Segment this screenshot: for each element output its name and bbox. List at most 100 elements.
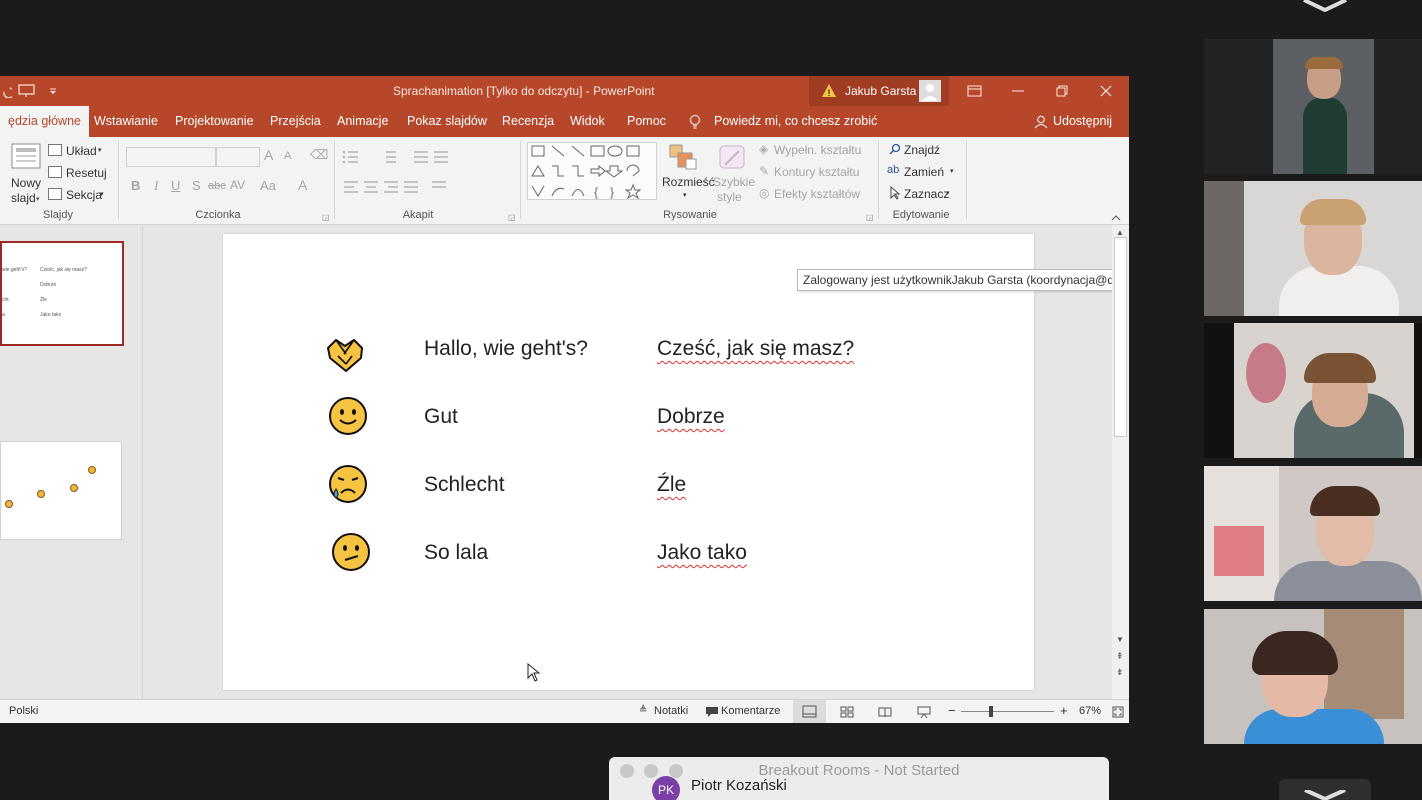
share-button[interactable]: Udostępnij (1053, 106, 1112, 137)
warning-icon: ! (822, 84, 836, 98)
status-bar: Polski ≜ Notatki Komentarze − + 67% (0, 699, 1129, 723)
slide-thumbnails-pane: wie geht's? Cześć, jak się masz? Dobrze … (0, 225, 143, 699)
quick-styles-icon[interactable] (717, 143, 749, 173)
new-slide-icon[interactable] (8, 142, 44, 172)
language-indicator[interactable]: Polski (9, 705, 38, 717)
paragraph-tools-icon[interactable] (342, 149, 512, 209)
font-color-button[interactable]: A (298, 177, 307, 193)
layout-dropdown-icon[interactable]: ▾ (98, 146, 102, 154)
ribbon-display-options-icon[interactable] (967, 85, 982, 97)
zoom-out-icon[interactable]: − (948, 703, 956, 718)
slide-sorter-icon[interactable] (840, 706, 854, 718)
scroll-up-icon[interactable]: ▲ (1116, 228, 1124, 237)
breakout-rooms-window[interactable]: Breakout Rooms - Not Started PK Piotr Ko… (609, 757, 1109, 800)
vertical-scrollbar[interactable]: ▲ ▼ ⇞ ⇟ (1112, 225, 1129, 699)
new-slide-dropdown-icon[interactable]: ▾ (36, 195, 40, 203)
undo-icon[interactable] (2, 84, 12, 98)
expand-panel-button[interactable] (1279, 779, 1371, 800)
layout-button[interactable]: Układ (66, 144, 97, 158)
shape-fill-button[interactable]: Wypełn. kształtu (774, 143, 861, 157)
char-spacing-button[interactable]: AV (230, 178, 245, 192)
tab-help[interactable]: Pomoc (627, 106, 666, 137)
scroll-thumb[interactable] (1114, 237, 1127, 437)
notes-button[interactable]: Notatki (654, 705, 688, 717)
participant-video-tile[interactable] (1204, 323, 1422, 458)
find-button[interactable]: Znajdź (904, 143, 940, 157)
slideshow-view-icon[interactable] (917, 705, 931, 719)
zoom-in-icon[interactable]: + (1060, 703, 1068, 718)
thumbnail-emoji-icon (88, 466, 96, 474)
italic-button[interactable]: I (154, 178, 158, 194)
participant-video-tile[interactable] (1204, 39, 1422, 174)
section-dropdown-icon[interactable]: ▾ (100, 190, 104, 198)
shapes-gallery[interactable]: {} (527, 142, 657, 200)
customize-qat-icon[interactable] (48, 87, 58, 95)
replace-dropdown-icon[interactable]: ▾ (950, 167, 954, 175)
shadow-button[interactable]: S (192, 178, 201, 193)
user-name: Jakub Garsta (845, 84, 917, 98)
reading-view-icon[interactable] (878, 706, 892, 718)
font-size-box[interactable] (216, 147, 260, 167)
zoom-level[interactable]: 67% (1079, 705, 1101, 717)
tab-transitions[interactable]: Przejścia (270, 106, 321, 137)
arrange-icon[interactable] (668, 143, 700, 173)
section-button[interactable]: Sekcja (66, 188, 102, 202)
slide-canvas[interactable]: Hallo, wie geht's? Cześć, jak się masz? … (223, 234, 1034, 690)
participant-video-tile[interactable] (1204, 609, 1422, 744)
arrange-dropdown-icon[interactable]: ▾ (683, 191, 687, 199)
close-icon[interactable] (1100, 85, 1112, 97)
underline-button[interactable]: U (171, 178, 180, 193)
tell-me-search[interactable]: Powiedz mi, co chcesz zrobić (714, 106, 877, 137)
svg-text:!: ! (828, 88, 831, 98)
previous-slide-icon[interactable]: ⇞ (1116, 651, 1124, 662)
slide-thumbnail-1[interactable]: wie geht's? Cześć, jak się masz? Dobrze … (0, 241, 124, 346)
arrange-button[interactable]: Rozmieść (662, 175, 715, 189)
present-from-start-icon[interactable] (18, 84, 36, 98)
zoom-slider[interactable] (961, 711, 1054, 712)
bold-button[interactable]: B (131, 178, 140, 193)
shapes-icon[interactable]: {} (528, 143, 658, 201)
tab-animations[interactable]: Animacje (337, 106, 388, 137)
select-button[interactable]: Zaznacz (904, 187, 949, 201)
change-case-button[interactable]: Aa (260, 178, 276, 193)
fit-slide-icon[interactable] (1112, 706, 1124, 718)
zoom-slider-thumb[interactable] (989, 706, 993, 717)
tab-design[interactable]: Projektowanie (175, 106, 254, 137)
select-dropdown-icon[interactable]: ▾ (946, 189, 950, 197)
participant-video-tile[interactable] (1204, 466, 1422, 601)
scroll-down-icon[interactable]: ▼ (1116, 635, 1124, 644)
tab-home[interactable]: ędzia główne (0, 106, 89, 137)
collapse-ribbon-icon[interactable] (1111, 214, 1121, 221)
slide-thumbnail-2[interactable] (0, 441, 122, 540)
shrink-font-button[interactable]: A (284, 150, 291, 162)
powerpoint-window: Sprachanimation [Tylko do odczytu] - Pow… (0, 76, 1129, 723)
grow-font-button[interactable]: A (264, 147, 273, 163)
tab-insert[interactable]: Wstawianie (94, 106, 158, 137)
font-name-box[interactable] (126, 147, 216, 167)
reset-button[interactable]: Resetuj (66, 166, 107, 180)
participant-video-tile[interactable] (1204, 181, 1422, 316)
account-area[interactable]: ! Jakub Garsta (809, 76, 949, 106)
drawing-dialog-launcher-icon[interactable]: ◲ (866, 213, 874, 222)
collapse-chevron-icon[interactable] (1302, 0, 1348, 12)
shape-effects-button[interactable]: Efekty kształtów (774, 187, 860, 201)
tab-view[interactable]: Widok (570, 106, 605, 137)
tab-review[interactable]: Recenzja (502, 106, 554, 137)
replace-button[interactable]: Zamień (904, 165, 944, 179)
new-slide-label-2[interactable]: slajd (11, 191, 36, 205)
thumbnail-emoji-icon (37, 490, 45, 498)
shape-outline-button[interactable]: Kontury kształtu (774, 165, 859, 179)
normal-view-button[interactable] (793, 700, 826, 723)
font-dialog-launcher-icon[interactable]: ◲ (322, 213, 330, 222)
quick-styles-label-1[interactable]: Szybkie (713, 175, 755, 189)
next-slide-icon[interactable]: ⇟ (1116, 667, 1124, 678)
strikethrough-button[interactable]: abc (208, 180, 226, 192)
restore-icon[interactable] (1056, 85, 1068, 97)
clear-formatting-icon[interactable]: ⌫ (310, 147, 328, 163)
minimize-icon[interactable] (1012, 90, 1024, 92)
tab-slideshow[interactable]: Pokaz slajdów (407, 106, 487, 137)
paragraph-dialog-launcher-icon[interactable]: ◲ (508, 213, 516, 222)
new-slide-label-1[interactable]: Nowy (11, 176, 41, 190)
quick-styles-label-2[interactable]: style (717, 190, 742, 204)
comments-button[interactable]: Komentarze (721, 705, 780, 717)
